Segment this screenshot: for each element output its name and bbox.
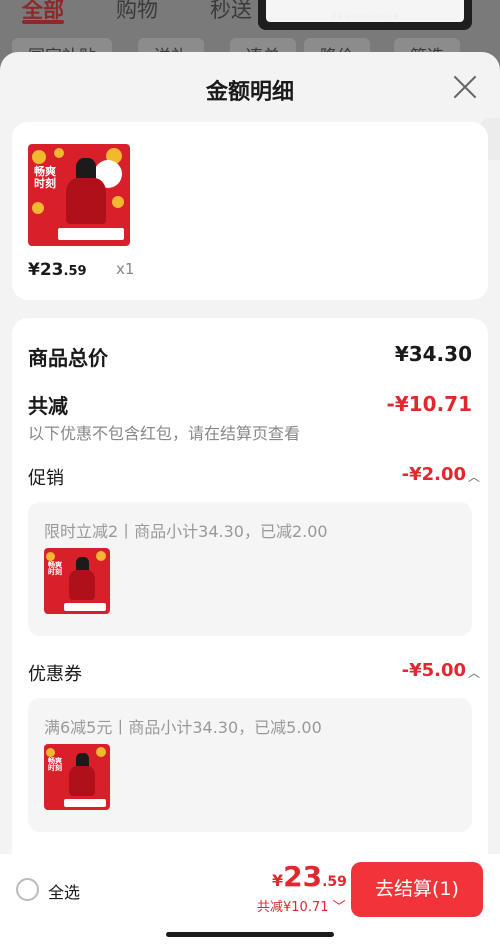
decor-circle (32, 202, 44, 214)
product-card: 畅爽时刻 ¥23.59 x1 (12, 122, 488, 300)
checkout-discount-text: 共减¥10.71 (257, 900, 329, 915)
coupon-value[interactable]: -¥5.00 (402, 660, 466, 681)
checkout-button[interactable]: 去结算(1) (351, 862, 483, 917)
product-price: ¥23.59 (28, 260, 87, 280)
total-price-value: ¥34.30 (394, 342, 472, 366)
product-price-cents: .59 (63, 264, 87, 279)
thumb-title-text: 畅爽时刻 (48, 561, 62, 577)
thumb-title-text: 畅爽时刻 (48, 757, 62, 773)
checkout-bar: 全选 ¥23.59 共减¥10.71 ﹀ 去结算(1) (0, 854, 500, 946)
thumb-banner (58, 228, 124, 240)
decor-circle (46, 748, 55, 757)
person-head (76, 158, 96, 180)
discount-note: 以下优惠不包含红包，请在结算页查看 (28, 424, 301, 443)
thumb-banner (64, 799, 106, 807)
home-indicator (166, 932, 334, 937)
price-detail-card: 商品总价 ¥34.30 共减 -¥10.71 以下优惠不包含红包，请在结算页查看… (12, 318, 488, 946)
product-thumbnail[interactable]: 畅爽时刻 (28, 144, 130, 246)
amount-detail-sheet: 金额明细 畅爽时刻 ¥23.59 x1 商品总价 ¥34.30 共减 -¥10.… (0, 52, 500, 946)
decor-circle (46, 552, 55, 561)
person-head (76, 753, 89, 767)
total-price-label: 商品总价 (28, 346, 108, 370)
decor-circle (32, 150, 46, 164)
background-popup: 更重要的是钱从哪儿来 (258, 0, 472, 30)
tab-instant: 秒送 (210, 0, 252, 22)
select-all-checkbox[interactable] (16, 878, 39, 901)
tab-underline (22, 20, 64, 24)
select-all-label[interactable]: 全选 (48, 879, 80, 903)
chevron-down-icon: ﹀ (332, 900, 346, 915)
thumb-title-text: 畅爽时刻 (34, 165, 56, 190)
decor-circle (96, 551, 106, 561)
product-quantity: x1 (116, 260, 135, 278)
chevron-up-icon[interactable]: ︿ (468, 664, 480, 681)
discount-label: 共减 (28, 394, 68, 418)
thumb-banner (64, 603, 106, 611)
coupon-product-thumbnail[interactable]: 畅爽时刻 (44, 744, 110, 810)
promotion-detail-box: 限时立减2丨商品小计34.30，已减2.00 畅爽时刻 (28, 502, 472, 636)
checkout-discount-toggle[interactable]: 共减¥10.71 ﹀ (257, 896, 346, 915)
promotion-product-thumbnail[interactable]: 畅爽时刻 (44, 548, 110, 614)
currency-symbol: ¥ (272, 871, 284, 890)
coupon-detail-box: 满6减5元丨商品小计34.30，已减5.00 畅爽时刻 (28, 698, 472, 832)
checkout-total-price: ¥23.59 (272, 860, 347, 893)
person-jacket (69, 570, 95, 600)
decor-circle (54, 148, 64, 158)
decor-circle (96, 747, 106, 757)
coupon-label: 优惠券 (28, 664, 82, 685)
close-icon[interactable] (452, 74, 478, 100)
checkout-price-int: 23 (283, 860, 323, 893)
person-jacket (66, 178, 106, 224)
tab-shopping: 购物 (116, 0, 158, 22)
product-price-main: ¥23 (28, 260, 64, 280)
promotion-label: 促销 (28, 468, 64, 489)
chevron-up-icon[interactable]: ︿ (468, 468, 480, 485)
sheet-title: 金额明细 (205, 80, 294, 105)
coupon-detail-text: 满6减5元丨商品小计34.30，已减5.00 (44, 718, 322, 737)
checkout-price-cents: .59 (322, 874, 347, 890)
promotion-value[interactable]: -¥2.00 (402, 464, 466, 485)
person-head (76, 557, 89, 571)
promotion-detail-text: 限时立减2丨商品小计34.30，已减2.00 (44, 522, 328, 541)
discount-value: -¥10.71 (386, 392, 472, 416)
person-jacket (69, 766, 95, 796)
decor-circle (112, 196, 124, 208)
background-popup-text: 更重要的是钱从哪儿来 (330, 13, 400, 21)
